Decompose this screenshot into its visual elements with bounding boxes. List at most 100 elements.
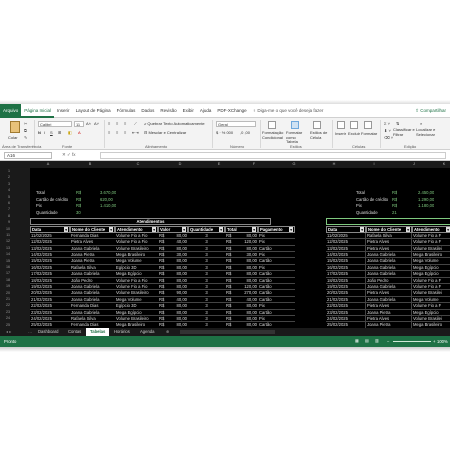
conditional-format-icon[interactable]: [268, 121, 276, 129]
wrap-text-button[interactable]: ⤶ Quebrar Texto Automaticamente: [144, 121, 205, 126]
format-painter-icon[interactable]: ✎: [24, 135, 27, 140]
font-size-select[interactable]: 11: [74, 121, 84, 127]
cut-icon[interactable]: ✂: [24, 121, 27, 126]
summary-value-quantity[interactable]: 30: [76, 210, 81, 216]
insert-cells-label[interactable]: Inserir: [335, 131, 346, 136]
row-header[interactable]: 20: [6, 291, 10, 295]
page-layout-icon[interactable]: ▤: [365, 338, 369, 343]
worksheet-grid[interactable]: Total Cartão de crédito Pix Quantidade R…: [30, 168, 450, 328]
column-heading[interactable]: Nome do Cliente ▾: [70, 226, 115, 233]
sort-filter-label[interactable]: Classificar e Filtrar: [393, 127, 415, 137]
sort-filter-icon[interactable]: ⇅: [396, 121, 399, 126]
autosum-icon[interactable]: Σ ˅: [384, 121, 390, 126]
column-heading[interactable]: Valor ▾: [158, 226, 188, 233]
row-header[interactable]: 3: [8, 182, 10, 186]
summary-value-pix[interactable]: 1.410,00: [100, 203, 116, 209]
summary-right-currency[interactable]: R$: [392, 190, 397, 196]
share-button[interactable]: ⇧ Compartilhar: [415, 108, 446, 114]
row-header[interactable]: 22: [6, 303, 10, 307]
summary-label-credit[interactable]: Cartão de crédito: [36, 197, 68, 203]
format-table-label[interactable]: Formatar como Tabela: [286, 130, 308, 145]
tab-pdf-xchange[interactable]: PDF-XChange: [214, 104, 249, 118]
row-header[interactable]: 18: [6, 278, 10, 282]
fx-icon[interactable]: ✕ ✓ fx: [62, 152, 76, 158]
column-heading[interactable]: Atendimento ▾: [115, 226, 158, 233]
tab-home[interactable]: Página Inicial: [21, 104, 55, 118]
right-column-heading[interactable]: Nome do Cliente ▾: [366, 226, 412, 233]
fill-color-icon[interactable]: ◧: [68, 130, 72, 135]
summary-right-value-credit[interactable]: 1.290,00: [418, 197, 434, 203]
column-header[interactable]: J: [410, 162, 418, 166]
row-header[interactable]: 9: [8, 220, 10, 224]
cell-styles-label[interactable]: Estilos de Célula: [310, 130, 330, 140]
grow-font-icon[interactable]: A˄: [86, 121, 91, 126]
sheet-tab-contas[interactable]: Contas: [64, 328, 85, 336]
row-header[interactable]: 2: [8, 175, 10, 179]
sheet-tab-dashboard[interactable]: Dashboard: [34, 328, 63, 336]
align-center-icon[interactable]: ≡: [116, 130, 118, 135]
font-color-icon[interactable]: A: [78, 130, 81, 135]
sheet-tab-tabelas[interactable]: Tabelas: [86, 328, 110, 336]
zoom-in-icon[interactable]: +: [433, 339, 435, 344]
tab-help[interactable]: Ajuda: [197, 104, 215, 118]
tab-page-layout[interactable]: Layout de Página: [73, 104, 114, 118]
column-heading[interactable]: Data ▾: [30, 226, 70, 233]
row-header[interactable]: 25: [6, 323, 10, 327]
row-header[interactable]: 5: [8, 195, 10, 199]
column-header[interactable]: I: [370, 162, 378, 166]
merge-center-button[interactable]: ⊟ Mesclar e Centralizar: [144, 130, 186, 135]
conditional-format-label[interactable]: Formatação Condicional: [262, 130, 284, 140]
summary-right-currency[interactable]: R$: [392, 203, 397, 209]
column-heading[interactable]: Quantidade ▾: [188, 226, 225, 233]
bold-icon[interactable]: N: [38, 130, 41, 135]
tab-insert[interactable]: Inserir: [54, 104, 73, 118]
tab-review[interactable]: Revisão: [157, 104, 179, 118]
right-column-heading[interactable]: Data ▾: [326, 226, 366, 233]
column-header[interactable]: B: [86, 162, 94, 166]
underline-icon[interactable]: S: [50, 130, 53, 135]
format-cells-label[interactable]: Formatar: [361, 131, 377, 136]
align-middle-icon[interactable]: ≡: [116, 121, 118, 126]
tell-me-search[interactable]: ♀ Diga-me o que você deseja fazer: [253, 108, 324, 113]
cell-styles-icon[interactable]: [313, 121, 321, 129]
row-header[interactable]: 4: [8, 188, 10, 192]
row-header[interactable]: 21: [6, 297, 10, 301]
summary-value-credit[interactable]: 620,00: [100, 197, 113, 203]
summary-label-pix[interactable]: Pix: [36, 203, 42, 209]
row-header[interactable]: 10: [6, 227, 10, 231]
column-header[interactable]: E: [215, 162, 223, 166]
borders-icon[interactable]: ⊞: [58, 130, 61, 135]
row-header[interactable]: 13: [6, 246, 10, 250]
row-header[interactable]: 16: [6, 265, 10, 269]
indent-icon[interactable]: ⇤⇥: [132, 130, 139, 135]
summary-right-label-total[interactable]: Total: [356, 190, 365, 196]
align-right-icon[interactable]: ≡: [124, 130, 126, 135]
align-left-icon[interactable]: ≡: [108, 130, 110, 135]
font-select[interactable]: Calibri: [38, 121, 72, 127]
summary-right-value-quantity[interactable]: 21: [392, 210, 397, 216]
summary-right-currency[interactable]: R$: [392, 197, 397, 203]
summary-right-value-total[interactable]: 2.450,00: [418, 190, 434, 196]
copy-icon[interactable]: ⧉: [24, 128, 27, 133]
insert-cells-icon[interactable]: [337, 121, 345, 129]
name-box[interactable]: A16: [4, 152, 52, 159]
add-sheet-icon[interactable]: ⊕: [162, 328, 174, 336]
row-header[interactable]: 23: [6, 310, 10, 314]
tab-view[interactable]: Exibir: [180, 104, 197, 118]
summary-currency[interactable]: R$: [76, 190, 81, 196]
shrink-font-icon[interactable]: A˅: [94, 121, 99, 126]
sheet-tab-agenda[interactable]: Agenda: [136, 328, 158, 336]
summary-right-label-credit[interactable]: Cartão de crédito: [356, 197, 388, 203]
orientation-icon[interactable]: ⟋: [134, 121, 137, 126]
row-header[interactable]: 6: [8, 201, 10, 205]
normal-view-icon[interactable]: ▦: [355, 338, 359, 343]
column-header[interactable]: G: [290, 162, 298, 166]
zoom-out-icon[interactable]: −: [387, 339, 389, 344]
column-heading[interactable]: Pagamento ▾: [258, 226, 295, 233]
formula-input[interactable]: [100, 152, 446, 159]
row-header[interactable]: 8: [8, 214, 10, 218]
row-header[interactable]: 11: [6, 233, 10, 237]
summary-right-label-pix[interactable]: Pix: [356, 203, 362, 209]
tab-formulas[interactable]: Fórmulas: [114, 104, 139, 118]
format-table-icon[interactable]: [291, 121, 299, 129]
